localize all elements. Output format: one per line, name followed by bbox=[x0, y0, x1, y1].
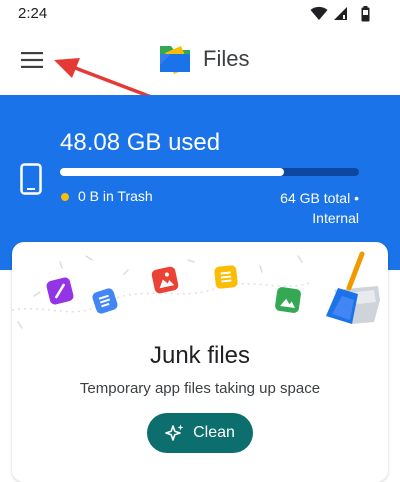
storage-progress-fill bbox=[60, 168, 285, 176]
menu-button[interactable] bbox=[12, 40, 52, 80]
status-time: 2:24 bbox=[18, 5, 48, 22]
storage-progress-bar bbox=[60, 168, 359, 176]
clean-button[interactable]: Clean bbox=[147, 413, 253, 453]
app-title: Files bbox=[203, 46, 250, 71]
hamburger-menu-icon bbox=[21, 52, 43, 68]
junk-files-subtitle: Temporary app files taking up space bbox=[79, 380, 321, 397]
note-file-icon bbox=[214, 265, 238, 289]
link-file-icon bbox=[46, 277, 74, 305]
trash-indicator-dot bbox=[61, 193, 69, 201]
status-bar: 2:24 bbox=[0, 0, 400, 28]
signal-icon bbox=[334, 7, 347, 20]
storage-used: 48.08 GB used bbox=[60, 129, 221, 156]
sparkle-icon bbox=[165, 424, 184, 441]
storage-location: Internal bbox=[312, 210, 359, 226]
junk-files-title: Junk files bbox=[149, 342, 251, 369]
app-bar: Files bbox=[0, 28, 400, 94]
battery-icon bbox=[361, 6, 370, 22]
files-logo-icon bbox=[160, 46, 190, 74]
wifi-icon bbox=[310, 6, 328, 20]
broom-icon bbox=[326, 251, 380, 324]
junk-files-card[interactable]: Junk files Temporary app files taking up… bbox=[12, 242, 388, 482]
phone-icon bbox=[20, 163, 42, 195]
photo-file-icon bbox=[275, 287, 301, 313]
storage-total: 64 GB total • Internal bbox=[199, 188, 359, 228]
clean-button-label: Clean bbox=[193, 424, 235, 441]
storage-total-amount: 64 GB total • bbox=[280, 190, 359, 206]
junk-files-illustration bbox=[12, 251, 380, 329]
trash-size: 0 B in Trash bbox=[78, 188, 153, 204]
image-file-icon bbox=[151, 266, 179, 294]
document-file-icon bbox=[92, 288, 118, 314]
